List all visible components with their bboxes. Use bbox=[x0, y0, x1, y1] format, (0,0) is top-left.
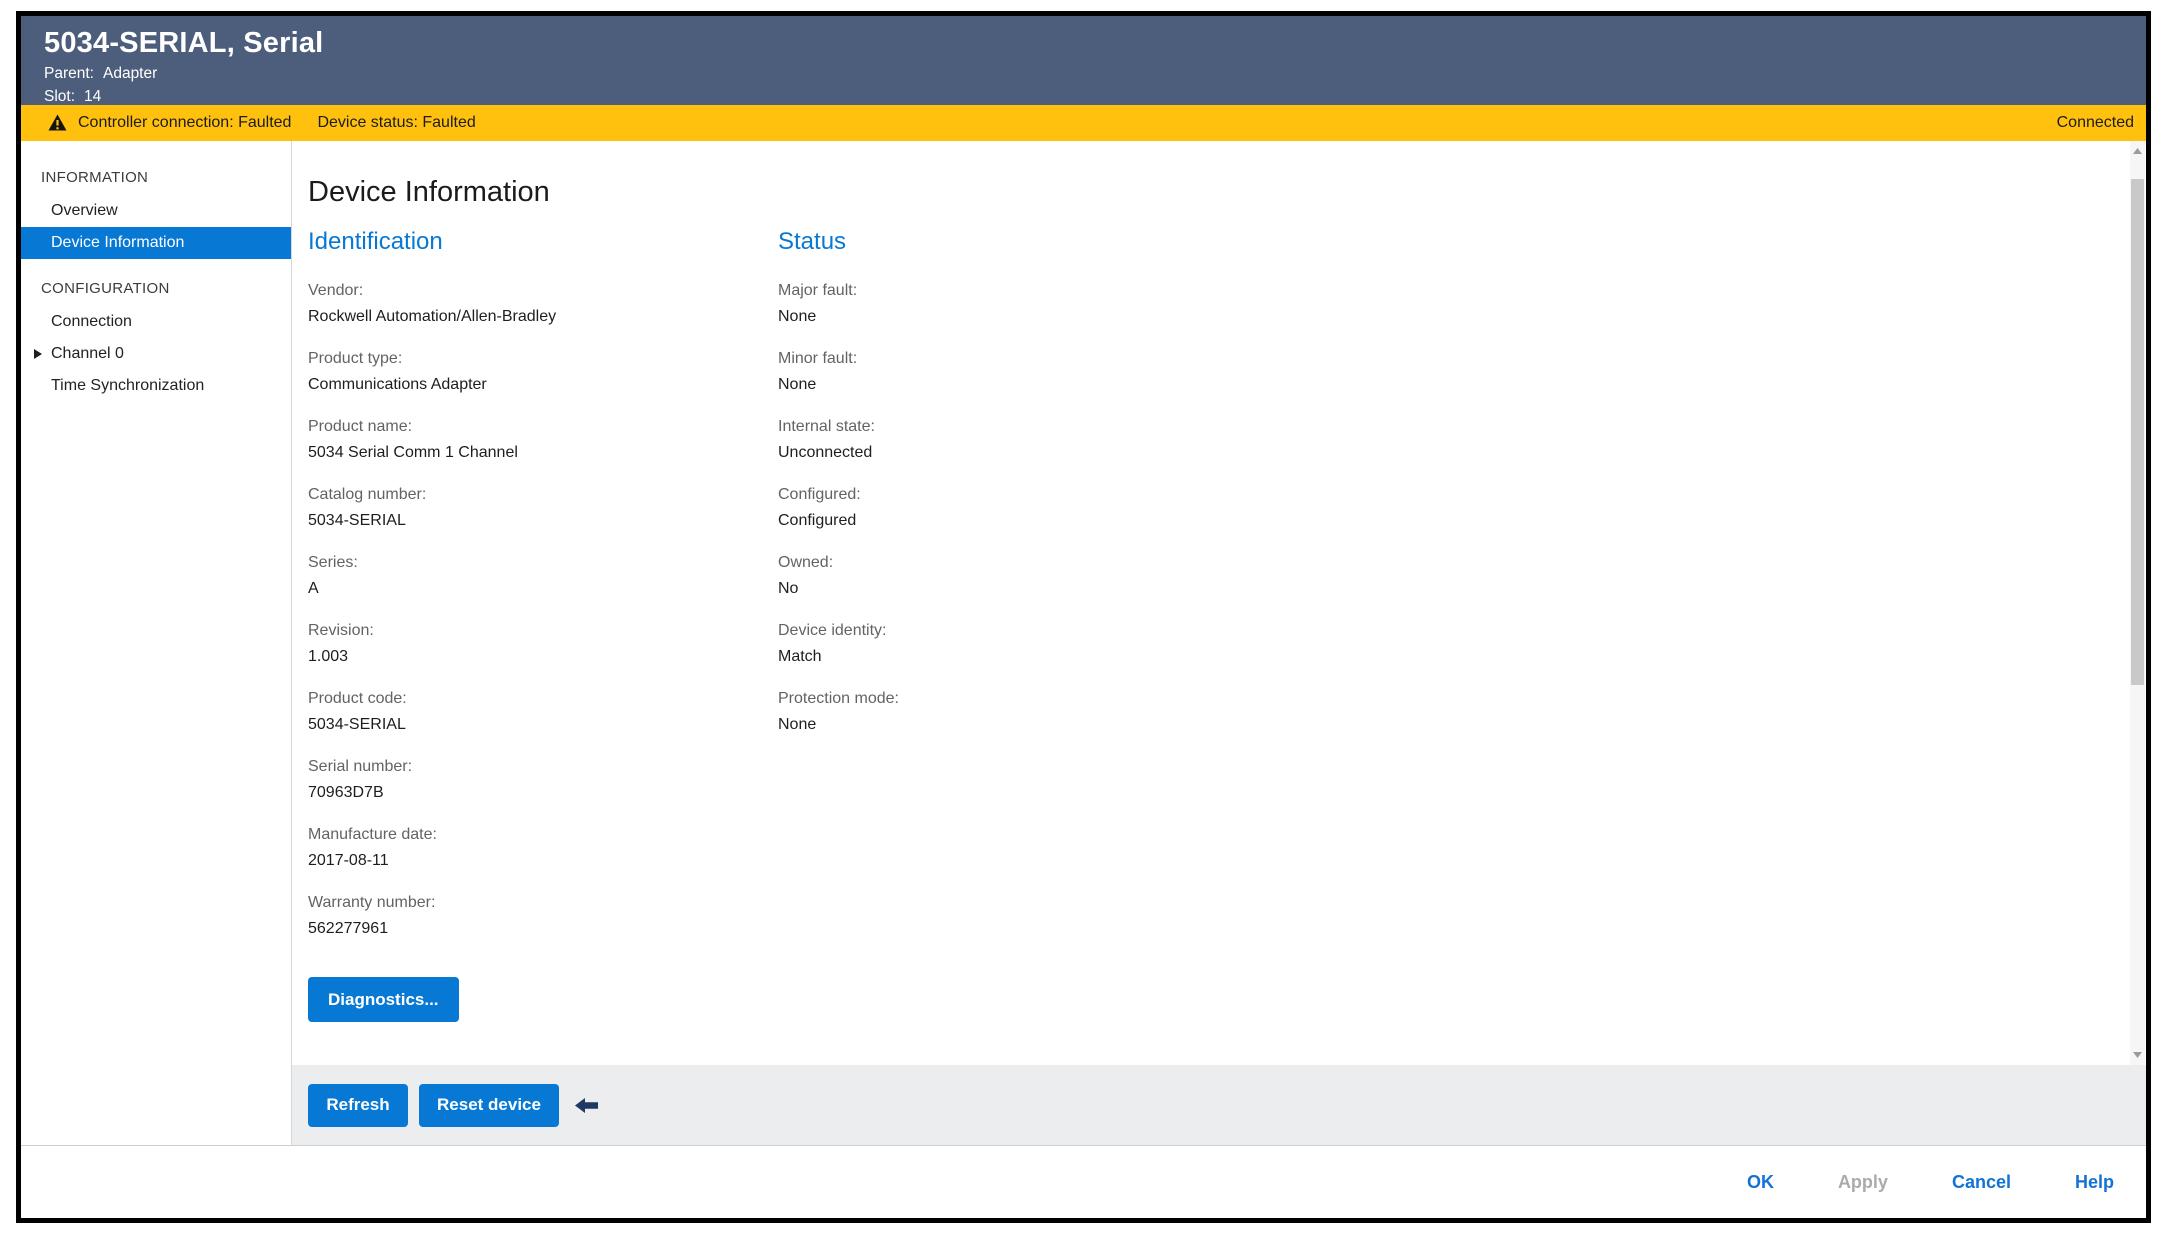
field-configured: Configured: Configured bbox=[778, 485, 2116, 531]
field-value: None bbox=[778, 715, 2116, 735]
field-value: Match bbox=[778, 647, 2116, 667]
field-label: Revision: bbox=[308, 621, 778, 641]
sidebar-nav: INFORMATION Overview Device Information … bbox=[21, 141, 292, 1145]
field-label: Minor fault: bbox=[778, 349, 2116, 369]
field-label: Series: bbox=[308, 553, 778, 573]
parent-value: Adapter bbox=[103, 65, 157, 82]
slot-value: 14 bbox=[84, 88, 101, 105]
field-value: 5034-SERIAL bbox=[308, 511, 778, 531]
field-label: Warranty number: bbox=[308, 893, 778, 913]
field-value: Communications Adapter bbox=[308, 375, 778, 395]
scrollbar-thumb[interactable] bbox=[2131, 179, 2144, 685]
warning-icon bbox=[48, 114, 67, 131]
field-serial-number: Serial number: 70963D7B bbox=[308, 757, 778, 803]
field-series: Series: A bbox=[308, 553, 778, 599]
content-columns: Identification Vendor: Rockwell Automati… bbox=[308, 227, 2116, 1022]
dialog-header: 5034-SERIAL, Serial Parent: Adapter Slot:… bbox=[21, 16, 2146, 105]
sidebar-item-channel-0[interactable]: Channel 0 bbox=[21, 338, 291, 370]
device-status: Device status: Faulted bbox=[317, 114, 475, 132]
main-region: INFORMATION Overview Device Information … bbox=[21, 141, 2146, 1145]
field-value: 2017-08-11 bbox=[308, 851, 778, 871]
field-value: 1.003 bbox=[308, 647, 778, 667]
scroll-down-icon[interactable] bbox=[2130, 1047, 2145, 1063]
identification-heading: Identification bbox=[308, 227, 778, 257]
field-major-fault: Major fault: None bbox=[778, 281, 2116, 327]
parent-label: Parent: bbox=[44, 65, 94, 82]
field-label: Major fault: bbox=[778, 281, 2116, 301]
field-label: Protection mode: bbox=[778, 689, 2116, 709]
dialog-title: 5034-SERIAL, Serial bbox=[44, 25, 2126, 61]
identification-section: Identification Vendor: Rockwell Automati… bbox=[308, 227, 778, 1022]
field-product-code: Product code: 5034-SERIAL bbox=[308, 689, 778, 735]
field-product-type: Product type: Communications Adapter bbox=[308, 349, 778, 395]
cancel-button[interactable]: Cancel bbox=[1946, 1168, 2017, 1197]
slot-row: Slot: 14 bbox=[44, 86, 2126, 107]
field-manufacture-date: Manufacture date: 2017-08-11 bbox=[308, 825, 778, 871]
scroll-up-icon[interactable] bbox=[2130, 143, 2145, 159]
field-label: Manufacture date: bbox=[308, 825, 778, 845]
content-scroll-area: Device Information Identification Vendor… bbox=[292, 141, 2146, 1065]
field-vendor: Vendor: Rockwell Automation/Allen-Bradle… bbox=[308, 281, 778, 327]
parent-row: Parent: Adapter bbox=[44, 63, 2126, 84]
field-label: Product name: bbox=[308, 417, 778, 437]
page-title: Device Information bbox=[308, 175, 2116, 209]
field-label: Product type: bbox=[308, 349, 778, 369]
connection-status: Connected bbox=[2057, 114, 2134, 132]
sidebar-item-label: Channel 0 bbox=[51, 345, 124, 363]
field-label: Internal state: bbox=[778, 417, 2116, 437]
ok-button[interactable]: OK bbox=[1741, 1168, 1780, 1197]
slot-label: Slot: bbox=[44, 88, 75, 105]
field-label: Serial number: bbox=[308, 757, 778, 777]
field-value: 5034 Serial Comm 1 Channel bbox=[308, 443, 778, 463]
field-owned: Owned: No bbox=[778, 553, 2116, 599]
status-heading: Status bbox=[778, 227, 2116, 257]
status-section: Status Major fault: None Minor fault: No… bbox=[778, 227, 2116, 1022]
field-value: A bbox=[308, 579, 778, 599]
field-label: Configured: bbox=[778, 485, 2116, 505]
reset-device-button[interactable]: Reset device bbox=[419, 1084, 559, 1127]
action-bar: Refresh Reset device bbox=[292, 1065, 2146, 1145]
field-value: Rockwell Automation/Allen-Bradley bbox=[308, 307, 778, 327]
chevron-right-icon[interactable] bbox=[34, 349, 42, 359]
sidebar-item-connection[interactable]: Connection bbox=[21, 306, 291, 338]
field-value: No bbox=[778, 579, 2116, 599]
field-product-name: Product name: 5034 Serial Comm 1 Channel bbox=[308, 417, 778, 463]
field-label: Catalog number: bbox=[308, 485, 778, 505]
field-label: Device identity: bbox=[778, 621, 2116, 641]
field-internal-state: Internal state: Unconnected bbox=[778, 417, 2116, 463]
field-catalog-number: Catalog number: 5034-SERIAL bbox=[308, 485, 778, 531]
diagnostics-button[interactable]: Diagnostics... bbox=[308, 977, 459, 1022]
sidebar-section-information: INFORMATION bbox=[21, 161, 291, 195]
sidebar-item-time-synchronization[interactable]: Time Synchronization bbox=[21, 370, 291, 402]
vertical-scrollbar[interactable] bbox=[2130, 141, 2145, 1065]
field-revision: Revision: 1.003 bbox=[308, 621, 778, 667]
refresh-button[interactable]: Refresh bbox=[308, 1084, 408, 1127]
content-pane: Device Information Identification Vendor… bbox=[292, 141, 2146, 1145]
help-button[interactable]: Help bbox=[2069, 1168, 2120, 1197]
field-value: 562277961 bbox=[308, 919, 778, 939]
field-value: None bbox=[778, 375, 2116, 395]
field-value: 70963D7B bbox=[308, 783, 778, 803]
sidebar-section-configuration: CONFIGURATION bbox=[21, 272, 291, 306]
field-value: Configured bbox=[778, 511, 2116, 531]
field-value: 5034-SERIAL bbox=[308, 715, 778, 735]
field-warranty-number: Warranty number: 562277961 bbox=[308, 893, 778, 939]
field-label: Owned: bbox=[778, 553, 2116, 573]
controller-connection-status: Controller connection: Faulted bbox=[78, 114, 291, 132]
sidebar-item-device-information[interactable]: Device Information bbox=[21, 227, 291, 259]
device-properties-dialog: 5034-SERIAL, Serial Parent: Adapter Slot:… bbox=[16, 11, 2151, 1223]
arrow-left-icon bbox=[575, 1098, 598, 1113]
field-value: Unconnected bbox=[778, 443, 2116, 463]
field-minor-fault: Minor fault: None bbox=[778, 349, 2116, 395]
field-label: Vendor: bbox=[308, 281, 778, 301]
field-value: None bbox=[778, 307, 2116, 327]
alert-bar: Controller connection: Faulted Device st… bbox=[21, 105, 2146, 141]
field-device-identity: Device identity: Match bbox=[778, 621, 2116, 667]
field-label: Product code: bbox=[308, 689, 778, 709]
sidebar-item-overview[interactable]: Overview bbox=[21, 195, 291, 227]
footer-bar: OK Apply Cancel Help bbox=[21, 1145, 2146, 1218]
field-protection-mode: Protection mode: None bbox=[778, 689, 2116, 735]
apply-button[interactable]: Apply bbox=[1832, 1168, 1894, 1197]
